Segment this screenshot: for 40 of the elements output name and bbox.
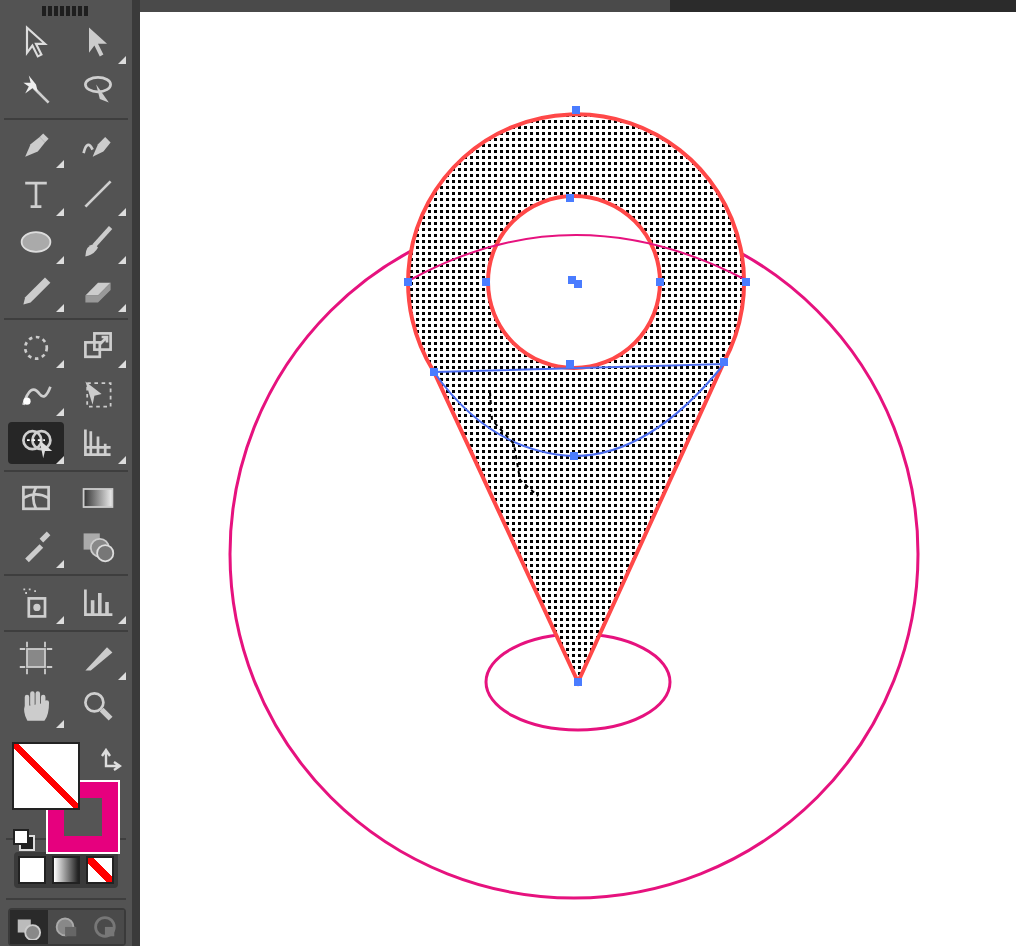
flyout-triangle-icon: [55, 359, 63, 368]
fill-swatch[interactable]: [12, 741, 80, 810]
bar-chart-icon: [79, 584, 115, 621]
swap-arrows-icon[interactable]: [98, 747, 122, 772]
flyout-triangle-icon: [55, 559, 63, 568]
overlapping-shapes-icon: [52, 912, 80, 941]
magnifier-icon: [79, 688, 115, 725]
flyout-triangle-icon: [117, 671, 125, 680]
flyout-triangle-icon: [117, 455, 125, 464]
flyout-triangle-icon: [55, 303, 63, 312]
blend-icon: [79, 528, 115, 565]
flyout-triangle-icon: [55, 159, 63, 168]
shape-builder-icon: [17, 424, 53, 461]
flyout-triangle-icon: [55, 719, 63, 728]
color-mode-button[interactable]: [18, 856, 46, 885]
flyout-triangle-icon: [117, 255, 125, 264]
flyout-triangle-icon: [117, 359, 125, 368]
flyout-triangle-icon: [117, 55, 125, 64]
flyout-triangle-icon: [55, 255, 63, 264]
default-colors-icon[interactable]: [12, 827, 36, 852]
shape-builder-tool[interactable]: [7, 421, 63, 464]
grid-icon: [79, 424, 115, 461]
draw-behind-button[interactable]: [47, 909, 85, 944]
gradient-mode-button[interactable]: [52, 856, 80, 885]
artboard-icon: [17, 640, 53, 677]
paintbrush-icon: [79, 224, 115, 261]
flyout-triangle-icon: [117, 207, 125, 216]
draw-normal-button[interactable]: [9, 909, 47, 944]
overlapping-shapes-icon: [90, 912, 118, 941]
flyout-triangle-icon: [55, 615, 63, 624]
flyout-triangle-icon: [117, 303, 125, 312]
draw-inside-button[interactable]: [85, 909, 123, 944]
free-transform-icon: [79, 376, 115, 413]
line-icon: [79, 176, 115, 213]
panel-grip-icon[interactable]: [42, 6, 90, 16]
flyout-triangle-icon: [117, 615, 125, 624]
flyout-triangle-icon: [55, 407, 63, 416]
flyout-triangle-icon: [55, 455, 63, 464]
flyout-triangle-icon: [55, 207, 63, 216]
none-mode-button[interactable]: [86, 856, 114, 885]
